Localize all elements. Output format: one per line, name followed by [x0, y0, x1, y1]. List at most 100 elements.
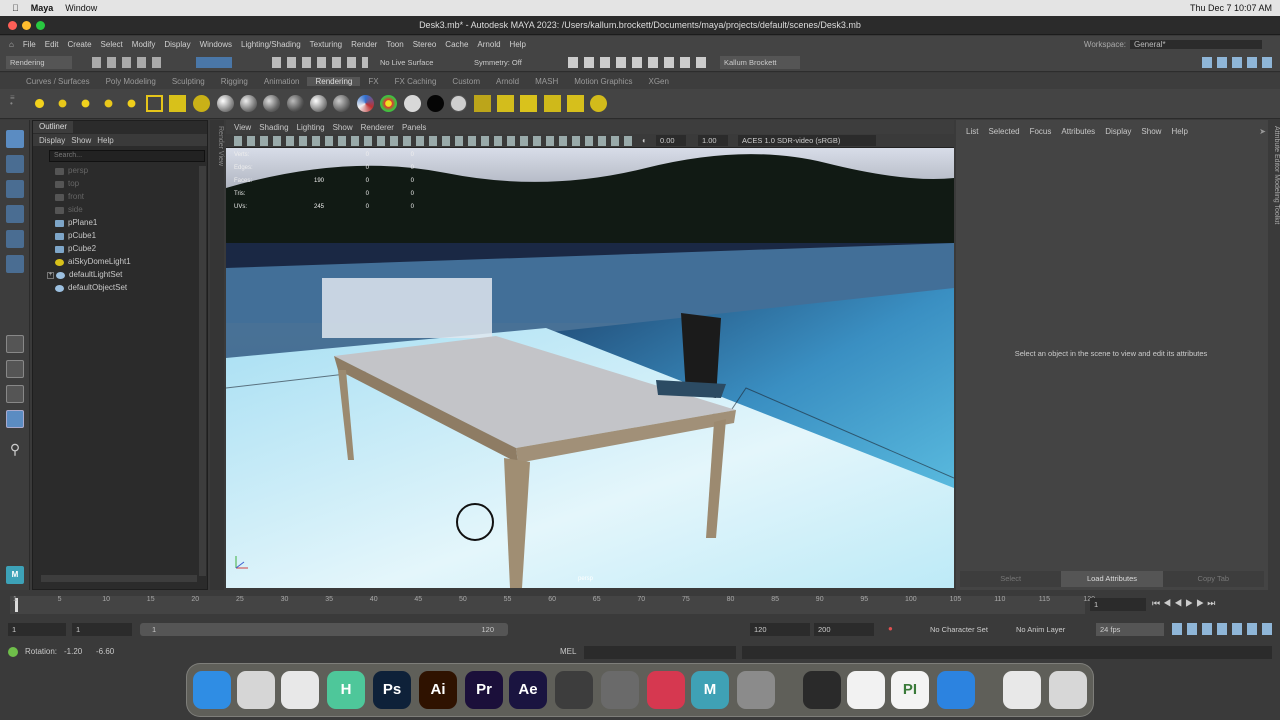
outliner-item-persp[interactable]: persp [55, 165, 88, 177]
menu-display[interactable]: Display [164, 40, 190, 49]
after-effects-icon[interactable]: Ae [509, 671, 547, 709]
outliner-layout-icon[interactable] [6, 410, 24, 428]
colorspace-dropdown[interactable]: ACES 1.0 SDR-video (sRGB) [738, 135, 876, 146]
viewport-menu-view[interactable]: View [234, 123, 251, 132]
menuset-dropdown[interactable]: Rendering [6, 56, 72, 69]
phongE-sphere-icon[interactable] [287, 95, 304, 112]
search-icon[interactable]: ⚲ [6, 440, 24, 458]
tab-poly-modeling[interactable]: Poly Modeling [98, 77, 164, 86]
ae-menu-attributes[interactable]: Attributes [1061, 127, 1095, 136]
outliner-item-defaultobjectset[interactable]: defaultObjectSet [55, 282, 127, 294]
home-icon[interactable]: ⌂ [9, 40, 14, 49]
ae-menu-selected[interactable]: Selected [988, 127, 1019, 136]
ambient-light-icon[interactable] [31, 95, 48, 112]
tab-fx[interactable]: FX [360, 77, 386, 86]
hypershade-icon[interactable] [590, 95, 607, 112]
grey-sphere-icon[interactable] [450, 95, 467, 112]
render-view-side-tab[interactable]: Render View [210, 120, 224, 590]
menu-windows[interactable]: Windows [200, 40, 232, 49]
user-account-button[interactable]: Kallum Brockett [720, 56, 800, 69]
launchpad-icon[interactable] [237, 671, 275, 709]
outliner-menu-show[interactable]: Show [71, 136, 91, 145]
outliner-item-side[interactable]: side [55, 204, 83, 216]
render-frame-icon[interactable] [520, 95, 537, 112]
render-icons[interactable] [568, 57, 708, 68]
menu-stereo[interactable]: Stereo [413, 40, 437, 49]
paint-select-icon[interactable] [6, 180, 24, 198]
layout-icons[interactable] [1202, 57, 1276, 68]
mel-command-input[interactable] [584, 646, 736, 659]
mac-clock[interactable]: Thu Dec 7 10:07 AM [1190, 3, 1272, 13]
point-light-icon[interactable] [77, 95, 94, 112]
camera-aim-icon[interactable] [193, 95, 210, 112]
tab-rendering[interactable]: Rendering [307, 76, 361, 86]
document-icon[interactable] [1003, 671, 1041, 709]
ae-menu-display[interactable]: Display [1105, 127, 1131, 136]
mac-app-name[interactable]: Maya [31, 3, 54, 13]
scene-start-field[interactable]: 1 [8, 623, 66, 636]
outliner-vertical-scrollbar[interactable] [199, 166, 206, 576]
scene-end-field[interactable]: 200 [814, 623, 874, 636]
persp-outliner-icon[interactable] [6, 385, 24, 403]
tab-arnold[interactable]: Arnold [488, 77, 527, 86]
scale-tool-icon[interactable] [6, 255, 24, 273]
snap-icons[interactable] [272, 57, 368, 68]
symmetry-dropdown[interactable]: Symmetry: Off [470, 56, 550, 69]
time-ruler[interactable]: 1 5 10 15 20 25 30 35 40 45 50 55 60 65 70 75 80 85 90 95 10… [10, 596, 1095, 614]
tab-sculpting[interactable]: Sculpting [164, 77, 213, 86]
anisotropic-sphere-icon[interactable] [310, 95, 327, 112]
outliner-item-top[interactable]: top [55, 178, 79, 190]
tab-custom[interactable]: Custom [444, 77, 488, 86]
outliner-item-pcube1[interactable]: pCube1 [55, 230, 96, 242]
tab-fx-caching[interactable]: FX Caching [387, 77, 445, 86]
render-view-icon[interactable] [497, 95, 514, 112]
current-frame-field[interactable]: 1 [1090, 598, 1146, 611]
viewport-menu-panels[interactable]: Panels [402, 123, 426, 132]
blender-icon[interactable] [555, 671, 593, 709]
menu-modify[interactable]: Modify [132, 40, 156, 49]
shelf-options-icon[interactable]: ≡ • [10, 94, 18, 115]
viewport-menu-renderer[interactable]: Renderer [361, 123, 394, 132]
lambert-sphere-icon[interactable] [240, 95, 257, 112]
outliner-menu-display[interactable]: Display [39, 136, 65, 145]
file-tools-icons[interactable] [92, 57, 162, 68]
outliner-tab[interactable]: Outliner [33, 121, 73, 133]
select-tool-icon[interactable] [6, 130, 24, 148]
system-settings-icon[interactable] [737, 671, 775, 709]
tab-animation[interactable]: Animation [256, 77, 308, 86]
phong-sphere-icon[interactable] [263, 95, 280, 112]
select-mode-icons[interactable] [196, 57, 232, 68]
chrome-icon[interactable] [281, 671, 319, 709]
live-surface-field[interactable]: No Live Surface [376, 56, 456, 69]
four-view-icon[interactable] [6, 360, 24, 378]
menu-cache[interactable]: Cache [445, 40, 468, 49]
viewport-menu-shading[interactable]: Shading [259, 123, 288, 132]
maya-icon[interactable]: M [691, 671, 729, 709]
menu-edit[interactable]: Edit [45, 40, 59, 49]
unity-hub-icon[interactable] [803, 671, 841, 709]
apple-icon[interactable]:  [12, 3, 19, 13]
area-light-icon[interactable] [123, 95, 140, 112]
black-sphere-icon[interactable] [427, 95, 444, 112]
3d-viewport[interactable]: persp Verts: 0 0 Edges: 0 0 Faces: 190 0 0 Tris… [226, 148, 954, 588]
maya-logo-icon[interactable]: M [6, 566, 24, 584]
menu-select[interactable]: Select [101, 40, 123, 49]
range-slider[interactable]: 1 120 [140, 623, 508, 636]
tab-xgen[interactable]: XGen [640, 77, 676, 86]
copy-tab-button[interactable]: Copy Tab [1162, 571, 1264, 587]
tab-motion-graphics[interactable]: Motion Graphics [566, 77, 640, 86]
photoshop-icon[interactable]: Ps [373, 671, 411, 709]
volume-light-icon[interactable] [146, 95, 163, 112]
time-slider[interactable]: 1 5 10 15 20 25 30 35 40 45 50 55 60 65 70 75 80 85 90 95 10… [0, 592, 1280, 618]
texture-icon[interactable] [474, 95, 491, 112]
attribute-editor-side-tabs[interactable]: Attribute Editor Modeling Toolkit [1268, 120, 1280, 590]
menu-toon[interactable]: Toon [386, 40, 403, 49]
finder-icon[interactable] [193, 671, 231, 709]
expand-icon[interactable]: + [47, 271, 54, 279]
x-app-icon[interactable] [647, 671, 685, 709]
close-window-button[interactable] [8, 21, 17, 30]
ae-select-button[interactable]: Select [960, 571, 1062, 587]
playback-option-icons[interactable] [1172, 623, 1276, 635]
outliner-horizontal-scrollbar[interactable] [41, 575, 197, 582]
viewport-menu-lighting[interactable]: Lighting [297, 123, 325, 132]
